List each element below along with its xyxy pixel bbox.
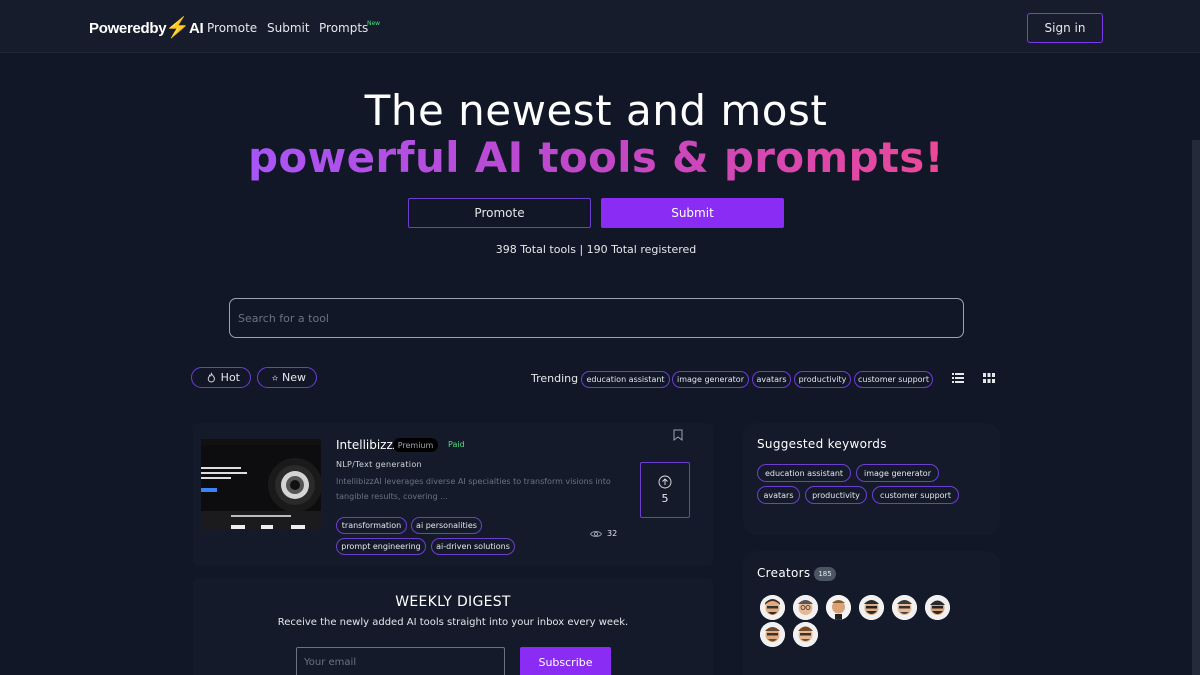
tool-category: NLP/Text generation — [336, 460, 422, 469]
keyword-tag[interactable]: customer support — [872, 486, 959, 504]
avatar[interactable] — [793, 595, 818, 620]
hero-headline-line1: The newest and most — [364, 86, 828, 135]
avatar[interactable] — [760, 595, 785, 620]
trending-tag[interactable]: customer support — [854, 371, 933, 388]
suggested-keywords-title: Suggested keywords — [757, 437, 887, 451]
avatar[interactable] — [859, 595, 884, 620]
tool-tag[interactable]: ai-driven solutions — [431, 538, 515, 555]
digest-title: WEEKLY DIGEST — [395, 594, 511, 610]
filter-hot-label: Hot — [220, 371, 240, 384]
subscribe-button[interactable]: Subscribe — [520, 647, 611, 675]
filter-new-label: New — [282, 371, 306, 384]
nav-link-submit[interactable]: Submit — [267, 21, 310, 35]
filter-hot-button[interactable]: Hot — [191, 367, 251, 388]
trending-label: Trending — [531, 372, 579, 385]
totals-stats: 398 Total tools | 190 Total registered — [495, 243, 697, 256]
keyword-tag[interactable]: productivity — [805, 486, 867, 504]
nav-link-promote[interactable]: Promote — [207, 21, 257, 35]
new-badge: New — [367, 20, 381, 27]
vote-count: 5 — [661, 492, 669, 505]
hero-headline-line2: powerful AI tools & prompts! — [0, 133, 1192, 182]
avatar[interactable] — [925, 595, 950, 620]
hero-gradient-text: powerful AI tools & prompts! — [247, 133, 944, 182]
trending-tag[interactable]: productivity — [794, 371, 851, 388]
creators-count-badge: 185 — [814, 567, 836, 581]
filter-new-button[interactable]: New — [257, 367, 317, 388]
email-input[interactable] — [296, 647, 505, 675]
promote-button[interactable]: Promote — [408, 198, 591, 228]
bookmark-icon[interactable] — [673, 429, 683, 441]
search-input[interactable] — [229, 298, 964, 338]
eye-icon — [590, 530, 602, 537]
tool-tag[interactable]: prompt engineering — [336, 538, 426, 555]
avatar[interactable] — [793, 622, 818, 647]
logo-text-right: AI — [188, 19, 204, 37]
trending-tag[interactable]: image generator — [672, 371, 749, 388]
keyword-tag[interactable]: image generator — [856, 464, 939, 482]
creators-title: Creators — [757, 566, 811, 580]
list-view-icon[interactable] — [952, 373, 964, 383]
star-icon — [272, 374, 278, 381]
tool-tag[interactable]: ai personalities — [411, 517, 482, 534]
submit-button[interactable]: Submit — [601, 198, 784, 228]
views-counter: 32 — [590, 529, 617, 538]
lightning-bolt-icon: ⚡ — [165, 17, 190, 39]
tool-thumbnail[interactable] — [201, 439, 321, 529]
avatar[interactable] — [826, 595, 851, 620]
tool-description: IntellibizzAI leverages diverse AI speci… — [336, 477, 611, 501]
logo[interactable]: Poweredby ⚡ AI — [89, 17, 204, 39]
sign-in-button[interactable]: Sign in — [1027, 13, 1103, 43]
upvote-button[interactable]: 5 — [640, 462, 690, 518]
digest-subtitle: Receive the newly added AI tools straigh… — [277, 617, 629, 628]
arrow-up-circle-icon — [658, 475, 672, 489]
premium-badge: Premium — [393, 438, 438, 452]
views-count: 32 — [607, 529, 618, 538]
nav-link-prompts[interactable]: Prompts — [319, 21, 368, 35]
avatar[interactable] — [760, 622, 785, 647]
top-navbar: Poweredby ⚡ AI Promote Submit Prompts Ne… — [0, 0, 1200, 53]
trending-tag[interactable]: avatars — [752, 371, 791, 388]
pricing-badge: Paid — [448, 440, 465, 449]
keyword-tag[interactable]: education assistant — [757, 464, 851, 482]
trending-tag[interactable]: education assistant — [581, 371, 670, 388]
flame-icon — [207, 371, 215, 382]
avatar[interactable] — [892, 595, 917, 620]
keyword-tag[interactable]: avatars — [757, 486, 800, 504]
page-scrollbar[interactable] — [1192, 140, 1200, 675]
logo-text-left: Poweredby — [89, 19, 167, 37]
grid-view-icon[interactable] — [983, 373, 995, 383]
tool-tag[interactable]: transformation — [336, 517, 407, 534]
thumbnail-image — [201, 439, 321, 529]
